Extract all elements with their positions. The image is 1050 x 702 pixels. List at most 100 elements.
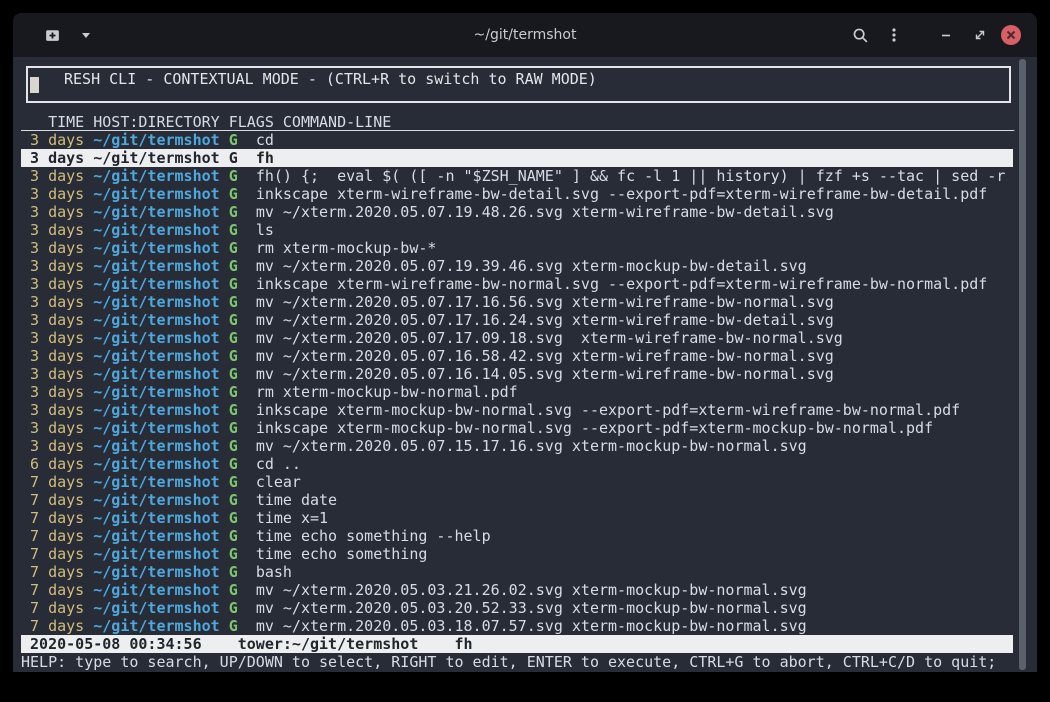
entry-flag: G	[229, 419, 256, 437]
entry-directory: ~/git/termshot	[93, 329, 228, 347]
entry-command: mv ~/xterm.2020.05.07.17.16.24.svg xterm…	[256, 311, 834, 329]
entry-directory: ~/git/termshot	[93, 419, 228, 437]
entry-flag: G	[229, 455, 256, 473]
entry-flag: G	[229, 239, 256, 257]
entry-time: 3 days	[21, 365, 93, 383]
entry-flag: G	[229, 563, 256, 581]
history-entry[interactable]: 7 days ~/git/termshot G time date	[21, 491, 1013, 509]
new-tab-button[interactable]	[39, 22, 65, 48]
help-line: HELP: type to search, UP/DOWN to select,…	[21, 653, 1013, 671]
entry-time: 3 days	[21, 167, 93, 185]
restore-icon	[973, 28, 987, 42]
history-entry[interactable]: 3 days ~/git/termshot G mv ~/xterm.2020.…	[21, 365, 1013, 383]
history-entry[interactable]: 7 days ~/git/termshot G time echo someth…	[21, 545, 1013, 563]
history-entry[interactable]: 3 days ~/git/termshot G mv ~/xterm.2020.…	[21, 437, 1013, 455]
history-entry[interactable]: 3 days ~/git/termshot G ls	[21, 221, 1013, 239]
history-entry[interactable]: 3 days ~/git/termshot G inkscape xterm-w…	[21, 185, 1013, 203]
new-tab-icon	[44, 27, 61, 44]
minimize-button[interactable]	[933, 22, 959, 48]
terminal-screen[interactable]: RESH CLI - CONTEXTUAL MODE - (CTRL+R to …	[13, 57, 1037, 672]
entry-directory: ~/git/termshot	[93, 167, 228, 185]
history-entry[interactable]: 3 days ~/git/termshot G rm xterm-mockup-…	[21, 383, 1013, 401]
minimize-icon	[939, 28, 953, 42]
entry-flag: G	[229, 329, 256, 347]
history-entry[interactable]: 7 days ~/git/termshot G clear	[21, 473, 1013, 491]
scrollbar-thumb[interactable]	[1019, 59, 1026, 670]
entry-time: 3 days	[21, 185, 93, 203]
history-entry[interactable]: 7 days ~/git/termshot G mv ~/xterm.2020.…	[21, 617, 1013, 635]
entry-flag: G	[229, 491, 256, 509]
entry-time: 3 days	[21, 401, 93, 419]
entry-directory: ~/git/termshot	[93, 239, 228, 257]
entry-directory: ~/git/termshot	[93, 365, 228, 383]
entry-flag: G	[229, 545, 256, 563]
entry-directory: ~/git/termshot	[93, 221, 228, 239]
history-entry[interactable]: 3 days ~/git/termshot G mv ~/xterm.2020.…	[21, 311, 1013, 329]
entry-directory: ~/git/termshot	[93, 563, 228, 581]
history-entry[interactable]: 3 days ~/git/termshot G rm xterm-mockup-…	[21, 239, 1013, 257]
history-entry[interactable]: 3 days ~/git/termshot G inkscape xterm-m…	[21, 401, 1013, 419]
entry-directory: ~/git/termshot	[93, 149, 228, 167]
entry-command: ls	[256, 221, 274, 239]
entry-time: 3 days	[21, 383, 93, 401]
history-entry[interactable]: 3 days ~/git/termshot G mv ~/xterm.2020.…	[21, 329, 1013, 347]
entry-directory: ~/git/termshot	[93, 527, 228, 545]
entry-flag: G	[229, 167, 256, 185]
chevron-down-icon	[80, 29, 92, 41]
entry-directory: ~/git/termshot	[93, 545, 228, 563]
entry-directory: ~/git/termshot	[93, 257, 228, 275]
entry-time: 7 days	[21, 563, 93, 581]
history-entry[interactable]: 3 days ~/git/termshot G mv ~/xterm.2020.…	[21, 293, 1013, 311]
entry-time: 7 days	[21, 581, 93, 599]
entry-directory: ~/git/termshot	[93, 347, 228, 365]
entry-directory: ~/git/termshot	[93, 473, 228, 491]
entry-command: cd ..	[256, 455, 301, 473]
history-entry[interactable]: 7 days ~/git/termshot G mv ~/xterm.2020.…	[21, 581, 1013, 599]
entry-time: 3 days	[21, 293, 93, 311]
titlebar: ~/git/termshot	[13, 13, 1037, 57]
close-button[interactable]	[1001, 25, 1021, 45]
history-entry[interactable]: 6 days ~/git/termshot G cd ..	[21, 455, 1013, 473]
history-entry[interactable]: 3 days ~/git/termshot G fh	[21, 149, 1013, 167]
entry-command: rm xterm-mockup-bw-normal.pdf	[256, 383, 518, 401]
entry-command: inkscape xterm-wireframe-bw-detail.svg -…	[256, 185, 988, 203]
menu-button[interactable]	[881, 22, 907, 48]
entry-flag: G	[229, 383, 256, 401]
history-entry[interactable]: 3 days ~/git/termshot G mv ~/xterm.2020.…	[21, 347, 1013, 365]
entry-time: 3 days	[21, 149, 93, 167]
history-entry[interactable]: 3 days ~/git/termshot G mv ~/xterm.2020.…	[21, 257, 1013, 275]
history-entry[interactable]: 7 days ~/git/termshot G mv ~/xterm.2020.…	[21, 599, 1013, 617]
entry-time: 3 days	[21, 275, 93, 293]
entry-flag: G	[229, 527, 256, 545]
search-button[interactable]	[847, 22, 873, 48]
entry-flag: G	[229, 257, 256, 275]
entry-flag: G	[229, 293, 256, 311]
entry-command: mv ~/xterm.2020.05.03.20.52.33.svg xterm…	[256, 599, 807, 617]
history-entry[interactable]: 7 days ~/git/termshot G bash	[21, 563, 1013, 581]
history-entry[interactable]: 7 days ~/git/termshot G time x=1	[21, 509, 1013, 527]
search-input-box[interactable]: RESH CLI - CONTEXTUAL MODE - (CTRL+R to …	[26, 66, 1011, 103]
search-box-title: RESH CLI - CONTEXTUAL MODE - (CTRL+R to …	[59, 70, 602, 88]
entry-flag: G	[229, 275, 256, 293]
entry-time: 7 days	[21, 599, 93, 617]
history-entry[interactable]: 3 days ~/git/termshot G inkscape xterm-m…	[21, 419, 1013, 437]
history-entry[interactable]: 3 days ~/git/termshot G mv ~/xterm.2020.…	[21, 203, 1013, 221]
entry-command: mv ~/xterm.2020.05.07.19.39.46.svg xterm…	[256, 257, 807, 275]
history-entry[interactable]: 3 days ~/git/termshot G inkscape xterm-w…	[21, 275, 1013, 293]
entry-flag: G	[229, 203, 256, 221]
entry-command: mv ~/xterm.2020.05.07.17.09.18.svg xterm…	[256, 329, 843, 347]
entry-command: mv ~/xterm.2020.05.03.18.07.57.svg xterm…	[256, 617, 807, 635]
history-entry[interactable]: 7 days ~/git/termshot G time echo someth…	[21, 527, 1013, 545]
entry-command: cd	[256, 131, 274, 149]
entry-time: 3 days	[21, 221, 93, 239]
entry-flag: G	[229, 149, 256, 167]
entry-flag: G	[229, 437, 256, 455]
tab-dropdown-button[interactable]	[73, 22, 99, 48]
entry-flag: G	[229, 599, 256, 617]
entry-command: fh	[256, 149, 274, 167]
history-entry[interactable]: 3 days ~/git/termshot G fh() {; eval $( …	[21, 167, 1013, 185]
entry-command: mv ~/xterm.2020.05.07.16.14.05.svg xterm…	[256, 365, 834, 383]
restore-button[interactable]	[967, 22, 993, 48]
entry-command: bash	[256, 563, 292, 581]
history-entry[interactable]: 3 days ~/git/termshot G cd	[21, 131, 1013, 149]
